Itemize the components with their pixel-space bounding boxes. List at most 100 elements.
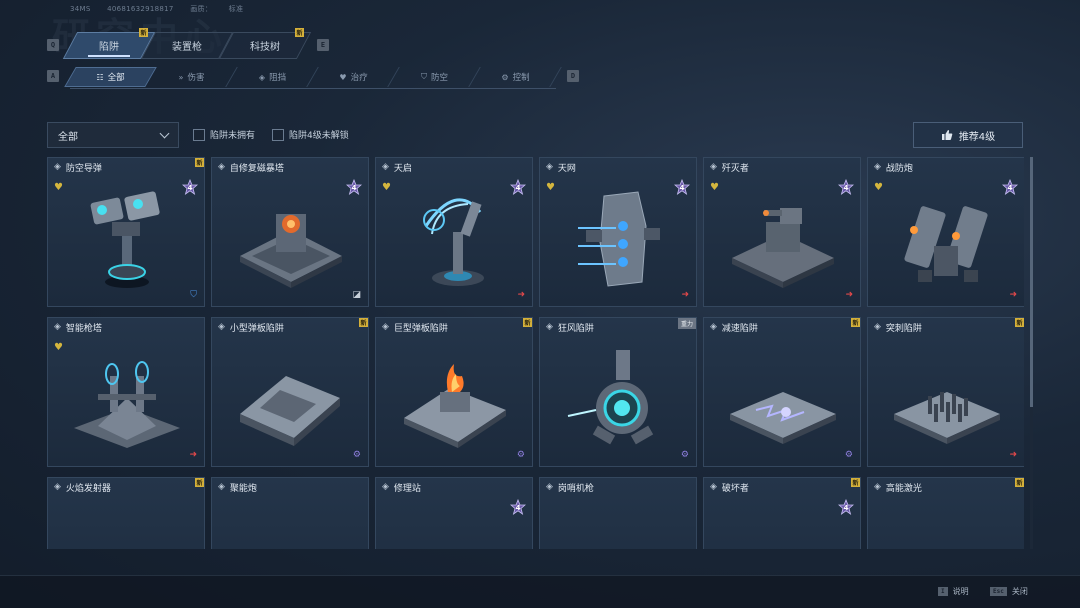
gear-icon: ⚙ <box>501 72 509 82</box>
card-header: ◈ 战防炮 <box>868 158 1024 176</box>
trap-card[interactable]: ◈ 高能激光 新 <box>867 477 1024 549</box>
arrows-icon: » <box>178 72 184 82</box>
trap-card[interactable]: ◈ 火焰发射器 新 <box>47 477 205 549</box>
dropdown-value: 全部 <box>58 131 78 143</box>
favorite-heart-icon[interactable]: ♥ <box>710 182 719 193</box>
damage-arrow-icon: ➜ <box>1009 290 1017 300</box>
tab-label: 陷阱 <box>99 42 119 53</box>
trap-card[interactable]: ◈ 天启 ♥ 4 ➜ <box>375 157 533 307</box>
trap-card[interactable]: ◈ 天网 ♥ 4 ➜ <box>539 157 697 307</box>
card-title: 智能枪塔 <box>65 323 102 334</box>
checkbox-level4-locked[interactable]: 陷阱4级未解锁 <box>272 128 349 141</box>
favorite-heart-icon[interactable]: ♥ <box>874 182 883 193</box>
antiair-icon: ⛉ <box>420 72 427 81</box>
subtab-block[interactable]: ◈ 阻挡 <box>232 67 313 87</box>
cube-icon: ◈ <box>874 162 881 172</box>
favorite-heart-icon[interactable]: ♥ <box>54 342 63 353</box>
favorite-heart-icon[interactable]: ♥ <box>382 182 391 193</box>
card-header: ◈ 天网 <box>540 158 696 176</box>
trap-card[interactable]: ◈ 小型弹板陷阱 新 ⚙ <box>211 317 369 467</box>
trap-image <box>396 346 514 456</box>
checkbox-box[interactable] <box>193 128 205 141</box>
trap-card[interactable]: ◈ 突刺陷阱 新 ➜ <box>867 317 1024 467</box>
card-title: 小型弹板陷阱 <box>229 323 284 334</box>
new-badge: 新 <box>851 478 860 487</box>
main-tabs: 陷阱 新 装置枪 科技树 新 <box>70 28 304 59</box>
trap-image <box>68 506 186 549</box>
trap-image <box>560 346 678 456</box>
scrollbar[interactable] <box>1030 157 1033 549</box>
trap-card[interactable]: ◈ 修理站 4 <box>375 477 533 549</box>
trap-image <box>724 506 842 549</box>
level-number: 4 <box>516 504 521 512</box>
tab-tech-tree[interactable]: 科技树 新 <box>226 28 304 59</box>
help-hint[interactable]: I 说明 <box>938 586 969 597</box>
card-title: 火焰发射器 <box>65 483 111 494</box>
filter-dropdown[interactable]: 全部 <box>47 122 179 148</box>
cube-icon: ◈ <box>218 162 225 172</box>
key-hint-prev-tab: Q <box>47 39 59 51</box>
key-hint-prev-sub: A <box>47 70 59 82</box>
subtab-antiair[interactable]: ⛉ 防空 <box>394 67 475 87</box>
trap-card[interactable]: ◈ 自修复磁暴塔 4 ◪ <box>211 157 369 307</box>
trap-grid: ◈ 防空导弹 新 ♥ 4 ⛉ ◈ 自修复磁暴塔 4 ◪ ◈ 天启 ♥ 4 ➜ ◈ 天网 ♥ 4… <box>47 157 1024 549</box>
cube-icon: ◈ <box>546 482 553 492</box>
checkbox-not-owned[interactable]: 陷阱未拥有 <box>193 128 255 141</box>
tab-traps[interactable]: 陷阱 新 <box>70 28 148 59</box>
heart-icon: ♥ <box>339 72 347 82</box>
card-title: 天启 <box>393 163 412 174</box>
close-hint[interactable]: Esc 关闭 <box>990 586 1028 597</box>
trap-image <box>724 186 842 296</box>
subtab-label: 治疗 <box>350 73 368 83</box>
card-header: ◈ 巨型弹板陷阱 <box>376 318 532 336</box>
new-badge: 新 <box>139 28 148 37</box>
card-title: 天网 <box>557 163 576 174</box>
level-number: 4 <box>352 184 357 192</box>
trap-image <box>560 186 678 296</box>
antiair-icon: ⛉ <box>190 290 197 300</box>
favorite-heart-icon[interactable]: ♥ <box>546 182 555 193</box>
level-number: 4 <box>680 184 685 192</box>
subtab-heal[interactable]: ♥ 治疗 <box>313 67 394 87</box>
trap-image <box>68 186 186 296</box>
tab-device-guns[interactable]: 装置枪 <box>148 32 226 59</box>
help-label: 说明 <box>952 587 969 596</box>
key-hint-help: I <box>938 587 948 596</box>
trap-image <box>232 346 350 456</box>
card-header: ◈ 智能枪塔 <box>48 318 204 336</box>
subtab-damage[interactable]: » 伤害 <box>151 67 232 87</box>
subtab-label: 全部 <box>107 73 125 83</box>
trap-card[interactable]: ◈ 岗哨机枪 <box>539 477 697 549</box>
trap-card[interactable]: ◈ 智能枪塔 ♥ ➜ <box>47 317 205 467</box>
favorite-heart-icon[interactable]: ♥ <box>54 182 63 193</box>
trap-card[interactable]: ◈ 歼灭者 ♥ 4 ➜ <box>703 157 861 307</box>
cube-icon: ◈ <box>546 322 553 332</box>
cube-icon: ◈ <box>54 482 61 492</box>
card-title: 聚能炮 <box>229 483 257 494</box>
card-header: ◈ 自修复磁暴塔 <box>212 158 368 176</box>
cube-icon: ◈ <box>874 322 881 332</box>
player-info: 34MS 40681632918817 画质： 标准 <box>70 4 243 14</box>
damage-arrow-icon: ➜ <box>1009 450 1017 460</box>
cube-icon: ◈ <box>710 482 717 492</box>
trap-image <box>888 506 1006 549</box>
card-header: ◈ 高能激光 <box>868 478 1024 496</box>
category-tabs: ☷ 全部 » 伤害 ◈ 阻挡 ♥ 治疗 ⛉ 防空 ⚙ 控制 <box>70 67 556 89</box>
trap-card[interactable]: ◈ 狂风陷阱 重力 ⚙ <box>539 317 697 467</box>
trap-card[interactable]: ◈ 战防炮 ♥ 4 ➜ <box>867 157 1024 307</box>
subtab-all[interactable]: ☷ 全部 <box>70 67 151 87</box>
trap-card[interactable]: ◈ 减速陷阱 新 ⚙ <box>703 317 861 467</box>
subtab-control[interactable]: ⚙ 控制 <box>475 67 556 87</box>
scrollbar-thumb[interactable] <box>1030 157 1033 407</box>
card-header: ◈ 突刺陷阱 <box>868 318 1024 336</box>
subtab-label: 伤害 <box>187 73 205 83</box>
checkbox-box[interactable] <box>272 128 284 141</box>
trap-card[interactable]: ◈ 防空导弹 新 ♥ 4 ⛉ <box>47 157 205 307</box>
card-title: 减速陷阱 <box>721 323 758 334</box>
trap-card[interactable]: ◈ 聚能炮 <box>211 477 369 549</box>
trap-card[interactable]: ◈ 破坏者 新 4 <box>703 477 861 549</box>
trap-card[interactable]: ◈ 巨型弹板陷阱 新 ⚙ <box>375 317 533 467</box>
level-number: 4 <box>844 504 849 512</box>
recommend-level4-button[interactable]: 推荐4级 <box>913 122 1023 148</box>
checkbox-label: 陷阱未拥有 <box>210 131 256 141</box>
